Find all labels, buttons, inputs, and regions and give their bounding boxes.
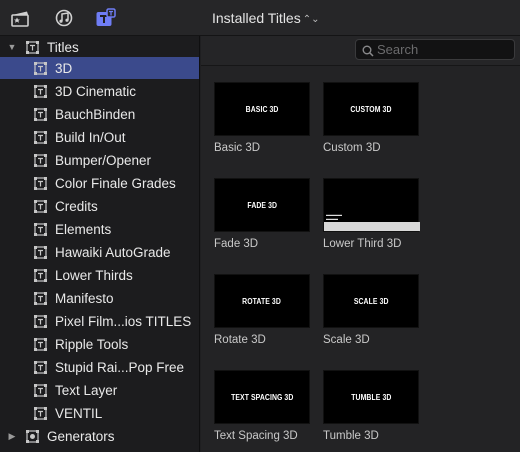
title-icon <box>34 406 47 420</box>
disclosure-closed-icon[interactable]: ▶ <box>7 431 17 441</box>
titles-generators-icon[interactable] <box>94 7 118 29</box>
clapper-board-icon[interactable] <box>8 7 32 29</box>
search-input[interactable] <box>377 42 507 57</box>
title-icon <box>34 314 47 328</box>
search-field[interactable] <box>355 39 515 60</box>
search-icon <box>362 44 374 57</box>
music-notes-icon[interactable] <box>52 7 76 29</box>
sidebar-item-label: Hawaiki AutoGrade <box>55 244 171 260</box>
sidebar-item[interactable]: BauchBinden <box>0 103 199 125</box>
title-icon <box>34 360 47 374</box>
title-icon <box>34 176 47 190</box>
title-icon <box>34 383 47 397</box>
lower-third-preview-lines: ▬▬▬▬ ▬▬▬ <box>326 212 342 221</box>
sidebar-item[interactable]: Manifesto <box>0 287 199 309</box>
title-icon <box>34 199 47 213</box>
sidebar-item-label: Bumper/Opener <box>55 152 152 168</box>
title-thumbnail[interactable]: ROTATE 3D <box>214 274 310 328</box>
title-thumbnail[interactable]: ▬▬▬▬ ▬▬▬ <box>323 178 420 232</box>
sidebar-item-label: Ripple Tools <box>55 336 129 352</box>
sidebar-item[interactable]: Build In/Out <box>0 126 199 148</box>
title-icon <box>34 268 47 282</box>
thumbnail-text: SCALE 3D <box>353 296 389 306</box>
browser-toolbar: Installed Titles ⌃⌄ <box>0 0 520 36</box>
thumbnail-text: FADE 3D <box>247 200 277 210</box>
title-icon <box>34 291 47 305</box>
titles-browser: BASIC 3D Basic 3D CUSTOM 3D Custom 3D FADE 3… <box>201 36 520 452</box>
title-icon <box>34 153 47 167</box>
title-icon <box>26 40 39 54</box>
sidebar: ▼ Titles 3D 3D Cinematic BauchBinden Build … <box>0 36 200 452</box>
sidebar-item[interactable]: 3D <box>0 57 199 79</box>
sidebar-item[interactable]: 3D Cinematic <box>0 80 199 102</box>
sidebar-item-label: Manifesto <box>55 290 114 306</box>
thumbnail-label: Basic 3D <box>214 142 261 154</box>
toolbar-title: Installed Titles <box>212 10 301 26</box>
title-icon <box>34 84 47 98</box>
title-icon <box>34 222 47 236</box>
thumbnail-text: TUMBLE 3D <box>350 392 392 402</box>
sidebar-item[interactable]: Credits <box>0 195 199 217</box>
thumbnail-label: Rotate 3D <box>214 334 266 346</box>
generator-icon <box>26 429 39 443</box>
installed-titles-menu[interactable]: Installed Titles ⌃⌄ <box>212 10 319 26</box>
up-down-chevron-icon: ⌃⌄ <box>302 14 320 25</box>
thumbnail-label: Text Spacing 3D <box>214 430 298 442</box>
title-icon <box>34 61 47 75</box>
sidebar-item-label: Lower Thirds <box>55 267 133 283</box>
search-bar <box>201 36 520 66</box>
sidebar-item-label: 3D Cinematic <box>55 83 137 99</box>
sidebar-item[interactable]: Lower Thirds <box>0 264 199 286</box>
thumbnail-label: Tumble 3D <box>323 430 379 442</box>
sidebar-item-label: Build In/Out <box>55 129 126 145</box>
disclosure-open-icon[interactable]: ▼ <box>7 42 17 52</box>
thumbnail-text: TEXT SPACING 3D <box>230 392 294 402</box>
sidebar-titles-header[interactable]: ▼ Titles <box>0 36 199 58</box>
sidebar-titles-label: Titles <box>47 39 79 55</box>
thumbnail-label: Custom 3D <box>323 142 381 154</box>
sidebar-item-label: 3D <box>55 60 73 76</box>
lower-third-bar <box>324 222 420 231</box>
title-thumbnail[interactable]: TUMBLE 3D <box>323 370 419 424</box>
title-icon <box>34 245 47 259</box>
title-icon <box>34 337 47 351</box>
title-thumbnail[interactable]: CUSTOM 3D <box>323 82 419 136</box>
sidebar-item[interactable]: Text Layer <box>0 379 199 401</box>
sidebar-item[interactable]: Ripple Tools <box>0 333 199 355</box>
thumbnail-text: CUSTOM 3D <box>350 104 392 114</box>
sidebar-item-label: Credits <box>55 198 98 214</box>
thumbnail-text: ROTATE 3D <box>242 296 282 306</box>
sidebar-generators-header[interactable]: ▶ Generators <box>0 425 199 447</box>
title-icon <box>34 130 47 144</box>
title-icon <box>34 107 47 121</box>
sidebar-item[interactable]: Elements <box>0 218 199 240</box>
sidebar-item[interactable]: Bumper/Opener <box>0 149 199 171</box>
title-thumbnail[interactable]: SCALE 3D <box>323 274 419 328</box>
sidebar-item[interactable]: Hawaiki AutoGrade <box>0 241 199 263</box>
title-thumbnail[interactable]: FADE 3D <box>214 178 310 232</box>
sidebar-item-label: Pixel Film...ios TITLES <box>55 313 192 329</box>
title-thumbnail[interactable]: TEXT SPACING 3D <box>214 370 310 424</box>
thumbnail-label: Lower Third 3D <box>323 238 402 250</box>
sidebar-item-label: VENTIL <box>55 405 103 421</box>
sidebar-item-label: Text Layer <box>55 382 118 398</box>
sidebar-generators-label: Generators <box>47 428 115 444</box>
sidebar-item-label: Elements <box>55 221 112 237</box>
sidebar-item[interactable]: Color Finale Grades <box>0 172 199 194</box>
sidebar-item[interactable]: VENTIL <box>0 402 199 424</box>
sidebar-item-label: Stupid Rai...Pop Free <box>55 359 185 375</box>
sidebar-item[interactable]: Pixel Film...ios TITLES <box>0 310 199 332</box>
thumbnail-label: Fade 3D <box>214 238 259 250</box>
sidebar-item[interactable]: Stupid Rai...Pop Free <box>0 356 199 378</box>
thumbnail-text: BASIC 3D <box>245 104 279 114</box>
sidebar-item-label: BauchBinden <box>55 106 136 122</box>
sidebar-item-label: Color Finale Grades <box>55 175 176 191</box>
thumbnail-label: Scale 3D <box>323 334 370 346</box>
title-thumbnail[interactable]: BASIC 3D <box>214 82 310 136</box>
